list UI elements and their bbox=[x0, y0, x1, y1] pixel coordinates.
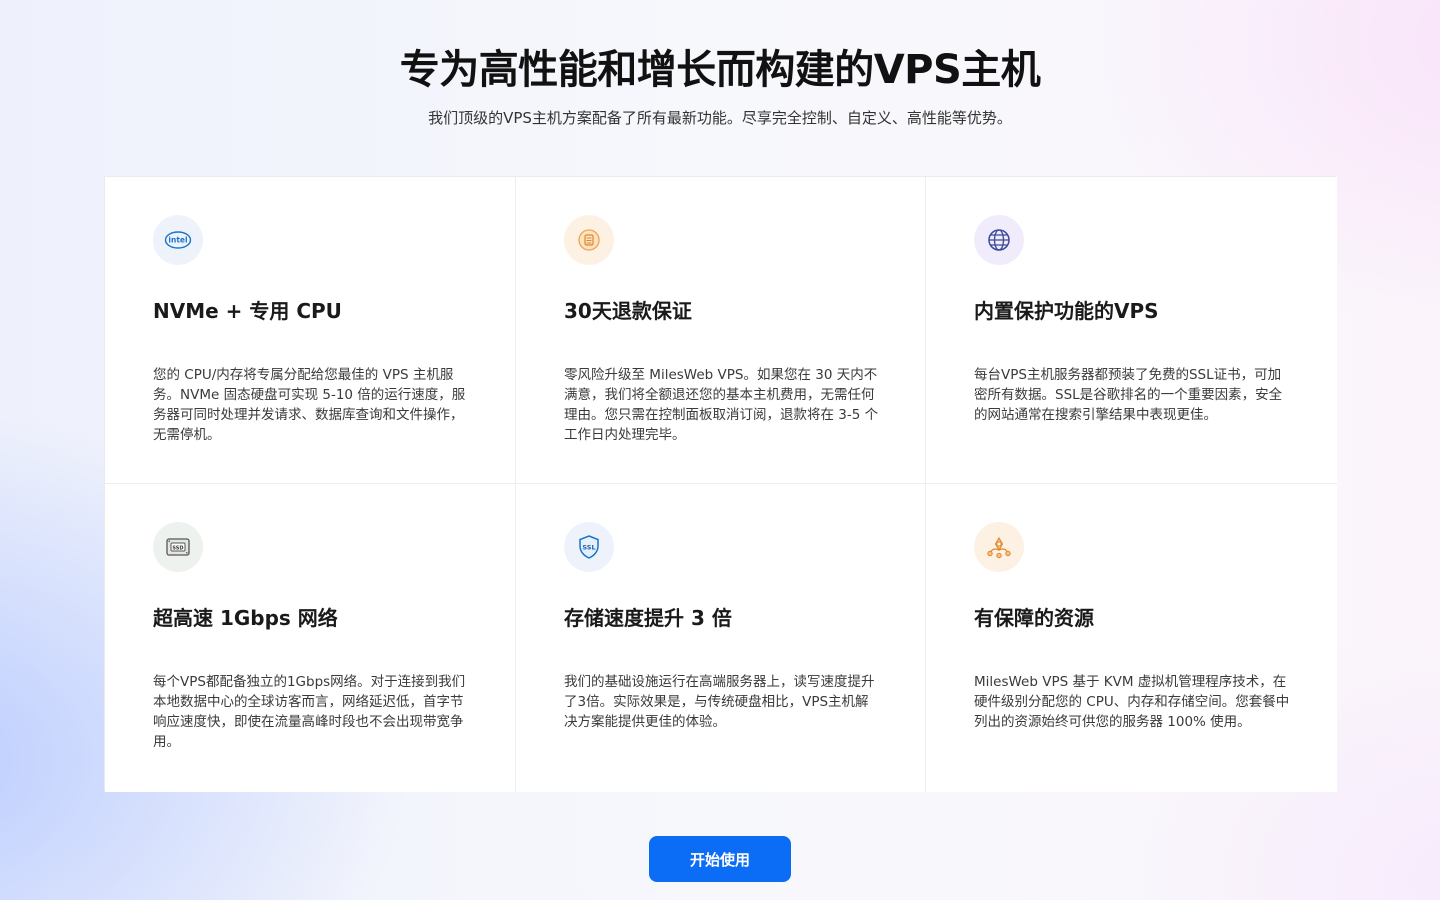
feature-title: 超高速 1Gbps 网络 bbox=[153, 606, 338, 630]
feature-card-guaranteed-resources: 有保障的资源 MilesWeb VPS 基于 KVM 虚拟机管理程序技术，在硬件… bbox=[926, 484, 1337, 792]
feature-description: 每个VPS都配备独立的1Gbps网络。对于连接到我们本地数据中心的全球访客而言，… bbox=[153, 674, 466, 750]
svg-text:SSD: SSD bbox=[172, 545, 183, 551]
svg-text:SSL: SSL bbox=[582, 544, 595, 552]
intel-icon: intel bbox=[153, 215, 203, 265]
feature-description: MilesWeb VPS 基于 KVM 虚拟机管理程序技术，在硬件级别分配您的 … bbox=[974, 674, 1290, 730]
features-grid: intel NVMe + 专用 CPU 您的 CPU/内存将专属分配给您最佳的 … bbox=[104, 176, 1337, 792]
coin-icon bbox=[564, 215, 614, 265]
feature-title: 存储速度提升 3 倍 bbox=[564, 606, 732, 630]
ssl-shield-icon: SSL bbox=[564, 522, 614, 572]
feature-title: NVMe + 专用 CPU bbox=[153, 299, 342, 323]
feature-description: 零风险升级至 MilesWeb VPS。如果您在 30 天内不满意，我们将全额退… bbox=[564, 367, 879, 443]
feature-card-network: SSD 超高速 1Gbps 网络 每个VPS都配备独立的1Gbps网络。对于连接… bbox=[105, 484, 516, 792]
resources-icon bbox=[974, 522, 1024, 572]
page-subtitle: 我们顶级的VPS主机方案配备了所有最新功能。尽享完全控制、自定义、高性能等优势。 bbox=[428, 109, 1012, 127]
feature-title: 有保障的资源 bbox=[974, 606, 1094, 630]
feature-title: 内置保护功能的VPS bbox=[974, 299, 1159, 323]
feature-card-storage-speed: SSL 存储速度提升 3 倍 我们的基础设施运行在高端服务器上，读写速度提升了3… bbox=[516, 484, 926, 792]
page-title: 专为高性能和增长而构建的VPS主机 bbox=[399, 47, 1041, 93]
svg-text:intel: intel bbox=[168, 236, 187, 245]
globe-icon bbox=[974, 215, 1024, 265]
feature-description: 每台VPS主机服务器都预装了免费的SSL证书，可加密所有数据。SSL是谷歌排名的… bbox=[974, 367, 1283, 423]
feature-title: 30天退款保证 bbox=[564, 299, 692, 323]
feature-card-nvme-cpu: intel NVMe + 专用 CPU 您的 CPU/内存将专属分配给您最佳的 … bbox=[105, 177, 516, 484]
get-started-button[interactable]: 开始使用 bbox=[649, 836, 791, 882]
feature-card-money-back: 30天退款保证 零风险升级至 MilesWeb VPS。如果您在 30 天内不满… bbox=[516, 177, 926, 484]
ssd-icon: SSD bbox=[153, 522, 203, 572]
feature-description: 您的 CPU/内存将专属分配给您最佳的 VPS 主机服务。NVMe 固态硬盘可实… bbox=[153, 367, 466, 443]
feature-card-protection: 内置保护功能的VPS 每台VPS主机服务器都预装了免费的SSL证书，可加密所有数… bbox=[926, 177, 1337, 484]
feature-description: 我们的基础设施运行在高端服务器上，读写速度提升了3倍。实际效果是，与传统硬盘相比… bbox=[564, 674, 875, 730]
